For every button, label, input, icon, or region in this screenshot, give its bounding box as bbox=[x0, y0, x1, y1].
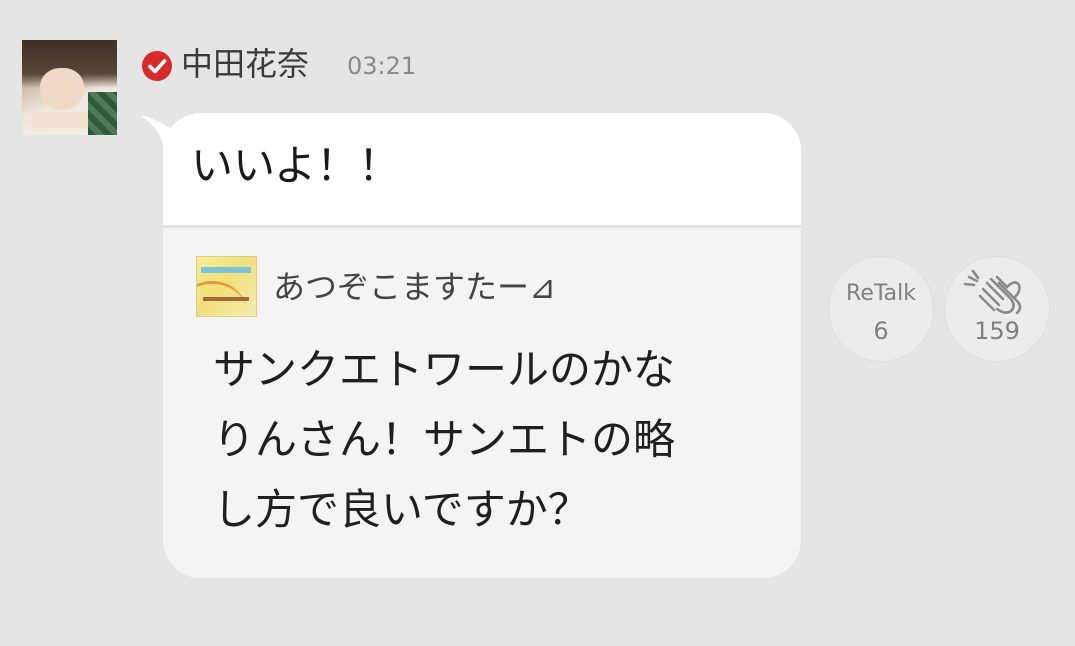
message-bubble[interactable]: いいよ！！ あつぞこますたー⊿ サンクエトワールのかな りんさん！サンエトの略 … bbox=[163, 113, 801, 578]
retalk-button[interactable]: ReTalk 6 bbox=[828, 256, 934, 362]
avatar-graphic-stripe bbox=[203, 297, 249, 301]
post-time: 03:21 bbox=[347, 52, 417, 80]
message-text: いいよ！！ bbox=[191, 141, 401, 190]
clap-count: 159 bbox=[974, 317, 1020, 345]
avatar-graphic-band bbox=[201, 267, 251, 273]
retalk-label: ReTalk bbox=[846, 281, 916, 306]
clap-hands-icon bbox=[963, 269, 1022, 315]
message-section: いいよ！！ bbox=[163, 113, 801, 228]
verified-check-icon bbox=[142, 51, 172, 81]
quoted-message: サンクエトワールのかな りんさん！サンエトの略 し方で良いですか？ bbox=[213, 335, 773, 545]
avatar-face bbox=[40, 68, 84, 110]
avatar-clothing bbox=[88, 92, 117, 135]
talk-screen: 中田花奈 03:21 いいよ！！ あつぞこますたー⊿ サンクエトワールのかな り… bbox=[0, 0, 1075, 646]
retalk-count: 6 bbox=[873, 317, 889, 345]
quoted-message-line: サンクエトワールのかな bbox=[213, 345, 676, 394]
clap-button[interactable]: 159 bbox=[944, 256, 1050, 362]
author-avatar[interactable] bbox=[22, 40, 117, 135]
quoted-user-name[interactable]: あつぞこますたー⊿ bbox=[273, 265, 556, 309]
author-name[interactable]: 中田花奈 bbox=[181, 44, 309, 84]
quoted-user-avatar[interactable] bbox=[196, 256, 257, 317]
quoted-message-line: りんさん！サンエトの略 bbox=[213, 415, 676, 464]
quoted-message-line: し方で良いですか？ bbox=[213, 485, 590, 534]
